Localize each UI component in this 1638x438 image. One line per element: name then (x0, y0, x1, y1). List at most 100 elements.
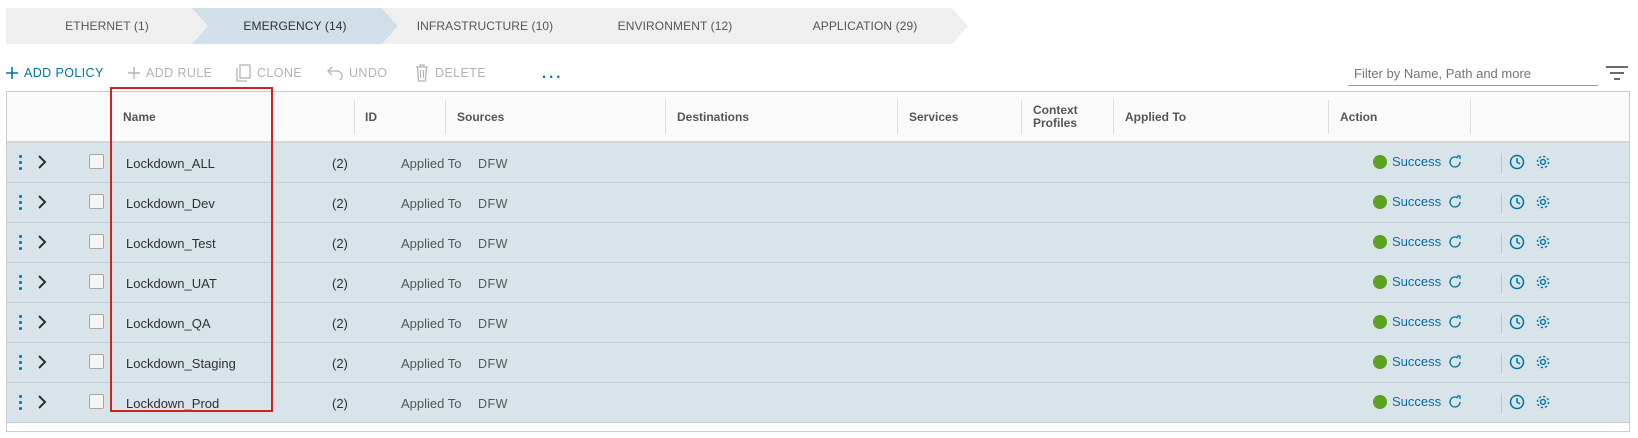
gear-icon[interactable] (1535, 274, 1551, 290)
column-header-context-profiles[interactable]: Context Profiles (1021, 92, 1078, 141)
status-text: Success (1392, 354, 1442, 369)
delete-label: DELETE (435, 66, 487, 80)
refresh-icon[interactable] (1448, 354, 1462, 369)
column-header-action[interactable]: Action (1328, 92, 1377, 141)
clock-icon[interactable] (1509, 154, 1525, 170)
filter-icon[interactable] (1606, 66, 1628, 80)
status-badge[interactable]: Success (1373, 314, 1462, 329)
table-row[interactable]: Lockdown_Test (2) Applied To DFW Success (7, 223, 1629, 263)
column-header-sources[interactable]: Sources (445, 92, 504, 141)
gear-icon[interactable] (1535, 394, 1551, 410)
tab-emergency[interactable]: EMERGENCY (14) (192, 8, 398, 44)
refresh-icon[interactable] (1448, 394, 1462, 409)
row-actions-menu[interactable] (19, 315, 23, 333)
row-checkbox[interactable] (89, 154, 104, 169)
table-row[interactable]: Lockdown_QA (2) Applied To DFW Success (7, 303, 1629, 343)
applied-to-label: Applied To (401, 236, 462, 251)
row-actions-menu[interactable] (19, 355, 23, 373)
status-badge[interactable]: Success (1373, 194, 1462, 209)
refresh-icon[interactable] (1448, 154, 1462, 169)
applied-to-value: DFW (478, 157, 508, 171)
gear-icon[interactable] (1535, 194, 1551, 210)
row-divider (1501, 233, 1502, 253)
column-header-services[interactable]: Services (897, 92, 958, 141)
row-checkbox[interactable] (89, 314, 104, 329)
table-row[interactable]: Lockdown_Staging (2) Applied To DFW Succ… (7, 343, 1629, 383)
row-actions-menu[interactable] (19, 155, 23, 173)
add-policy-button[interactable]: ADD POLICY (6, 62, 104, 84)
add-rule-button[interactable]: ADD RULE (128, 62, 212, 84)
column-action-label: Action (1340, 109, 1378, 124)
chevron-right-icon[interactable] (37, 395, 47, 409)
row-checkbox[interactable] (89, 234, 104, 249)
clock-icon[interactable] (1509, 274, 1525, 290)
table-row[interactable]: Lockdown_Prod (2) Applied To DFW Success (7, 383, 1629, 423)
clone-button[interactable]: CLONE (236, 62, 302, 84)
delete-button[interactable]: DELETE (415, 62, 486, 84)
status-badge[interactable]: Success (1373, 234, 1462, 249)
refresh-icon[interactable] (1448, 234, 1462, 249)
column-destinations-label: Destinations (677, 109, 750, 124)
gear-icon[interactable] (1535, 234, 1551, 250)
column-divider[interactable] (1470, 100, 1471, 134)
row-checkbox[interactable] (89, 394, 104, 409)
row-checkbox[interactable] (89, 194, 104, 209)
tab-label: ETHERNET (1) (65, 19, 149, 33)
applied-to-value: DFW (478, 277, 508, 291)
table-row[interactable]: Lockdown_Dev (2) Applied To DFW Success (7, 183, 1629, 223)
table-row[interactable]: Lockdown_ALL (2) Applied To DFW Success (7, 143, 1629, 183)
column-header-applied-to[interactable]: Applied To (1113, 92, 1186, 141)
applied-to-label: Applied To (401, 316, 462, 331)
grid-header: Name ID Sources Destinations Services Co… (7, 92, 1629, 143)
toolbar: ADD POLICY ADD RULE CLONE UNDO DELETE ..… (6, 60, 1636, 86)
row-checkbox[interactable] (89, 354, 104, 369)
tab-infrastructure[interactable]: INFRASTRUCTURE (10) (382, 8, 588, 44)
filter-input[interactable] (1348, 62, 1598, 86)
chevron-right-icon[interactable] (37, 195, 47, 209)
refresh-icon[interactable] (1448, 274, 1462, 289)
undo-button[interactable]: UNDO (327, 62, 387, 84)
applied-to-label: Applied To (401, 196, 462, 211)
clock-icon[interactable] (1509, 194, 1525, 210)
tab-environment[interactable]: ENVIRONMENT (12) (572, 8, 778, 44)
row-actions-menu[interactable] (19, 275, 23, 293)
chevron-right-icon[interactable] (37, 235, 47, 249)
column-header-destinations[interactable]: Destinations (665, 92, 749, 141)
chevron-right-icon[interactable] (37, 275, 47, 289)
tab-application[interactable]: APPLICATION (29) (762, 8, 968, 44)
chevron-right-icon[interactable] (37, 155, 47, 169)
table-row[interactable]: Lockdown_UAT (2) Applied To DFW Success (7, 263, 1629, 303)
clock-icon[interactable] (1509, 314, 1525, 330)
clock-icon[interactable] (1509, 354, 1525, 370)
tab-ethernet[interactable]: ETHERNET (1) (6, 8, 208, 44)
row-actions-menu[interactable] (19, 195, 23, 213)
more-actions-button[interactable]: ... (541, 60, 562, 82)
applied-to-label: Applied To (401, 156, 462, 171)
rule-count: (2) (332, 196, 348, 211)
policy-name: Lockdown_ALL (126, 156, 215, 171)
clock-icon[interactable] (1509, 394, 1525, 410)
policy-name: Lockdown_Prod (126, 396, 220, 411)
clock-icon[interactable] (1509, 234, 1525, 250)
row-checkbox[interactable] (89, 274, 104, 289)
refresh-icon[interactable] (1448, 194, 1462, 209)
status-badge[interactable]: Success (1373, 154, 1462, 169)
column-context-label: Context (1033, 102, 1078, 117)
trash-icon (416, 64, 428, 82)
column-header-id[interactable]: ID (353, 92, 377, 141)
status-badge[interactable]: Success (1373, 354, 1462, 369)
chevron-right-icon[interactable] (37, 315, 47, 329)
gear-icon[interactable] (1535, 354, 1551, 370)
gear-icon[interactable] (1535, 314, 1551, 330)
status-badge[interactable]: Success (1373, 274, 1462, 289)
row-actions-menu[interactable] (19, 235, 23, 253)
status-badge[interactable]: Success (1373, 394, 1462, 409)
refresh-icon[interactable] (1448, 314, 1462, 329)
gear-icon[interactable] (1535, 154, 1551, 170)
chevron-right-icon[interactable] (37, 355, 47, 369)
applied-to-label: Applied To (401, 396, 462, 411)
status-text: Success (1392, 194, 1442, 209)
column-header-name[interactable]: Name (111, 92, 156, 141)
row-actions-menu[interactable] (19, 395, 23, 413)
success-dot-icon (1373, 394, 1387, 409)
